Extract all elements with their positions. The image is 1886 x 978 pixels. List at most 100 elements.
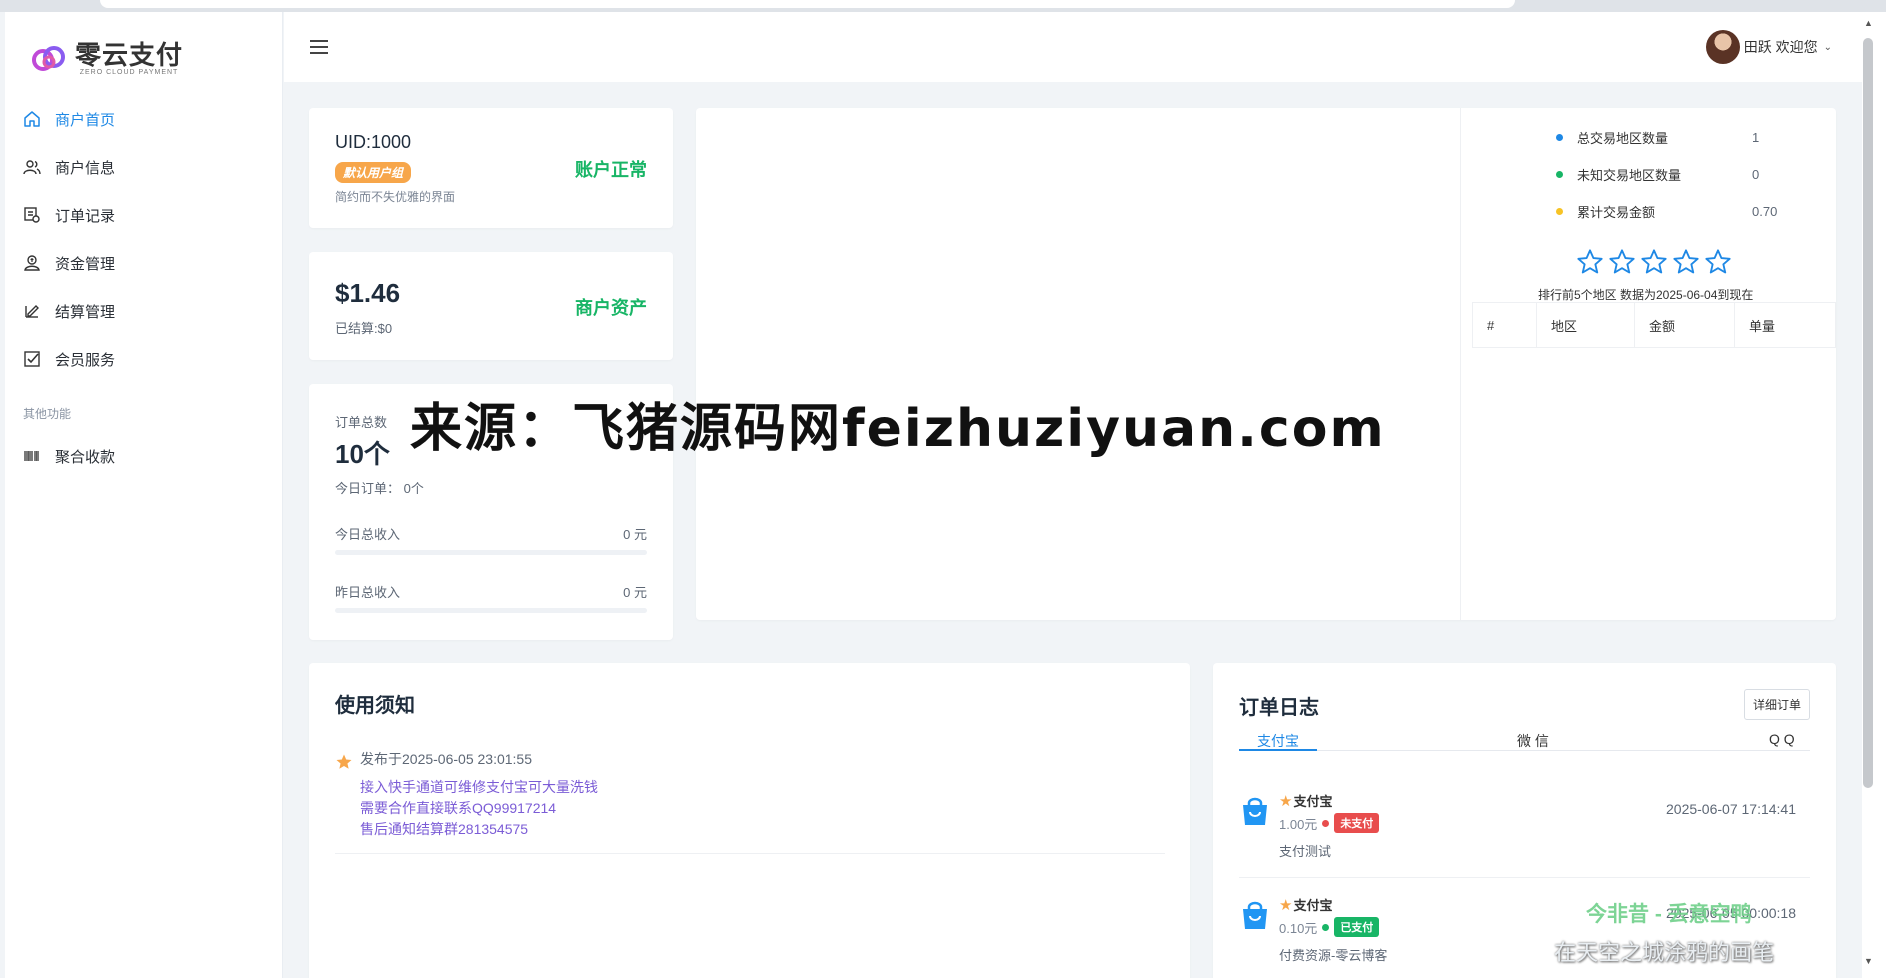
status-dot	[1322, 923, 1330, 931]
divider	[1460, 108, 1461, 620]
stat-dot	[1556, 171, 1563, 178]
user-group-badge: 默认用户组	[335, 162, 412, 183]
sidebar-item-membership[interactable]: 会员服务	[23, 335, 263, 383]
tab-qq[interactable]: Q Q	[1769, 731, 1795, 747]
user-menu[interactable]: 田跃 欢迎您 ⌄	[1705, 30, 1832, 64]
menu-toggle-icon[interactable]	[310, 40, 328, 54]
sidebar-item-aggregate-payment[interactable]: 聚合收款	[23, 432, 263, 480]
divider	[335, 853, 1165, 854]
order-amount: 1.00元	[1279, 816, 1318, 832]
notice-date: 发布于2025-06-05 23:01:55	[360, 751, 532, 767]
notice-title: 使用须知	[335, 695, 415, 717]
checkbox-icon	[23, 350, 41, 368]
merchant-uid: UID:1000	[335, 132, 412, 152]
stat-label: 总交易地区数量	[1577, 131, 1669, 146]
stat-total-amount: 累计交易金额 0.70	[1556, 202, 1777, 221]
browser-address-bar[interactable]	[100, 0, 1515, 8]
map-area[interactable]	[696, 108, 1460, 620]
sidebar-item-label: 会员服务	[55, 351, 116, 369]
region-stats-card: 总交易地区数量 1 未知交易地区数量 0 累计交易金额 0.70 排行前5个地区…	[696, 108, 1836, 620]
cloud-logo-icon	[32, 46, 65, 71]
asset-label: 商户资产	[575, 298, 647, 318]
brand-subtitle: ZERO CLOUD PAYMENT	[79, 68, 179, 76]
rank-table-header: # 地区 金额 单量	[1472, 302, 1836, 348]
order-amount-row: 1.00元 未支付	[1279, 813, 1380, 833]
notice-line[interactable]: 接入快手通道可维修支付宝可大量洗钱	[360, 777, 598, 797]
sidebar-item-home[interactable]: 商户首页	[23, 95, 263, 143]
column-header-region: 地区	[1537, 303, 1635, 347]
yesterday-income-label: 昨日总收入	[335, 585, 401, 600]
star-icon: ★	[1279, 792, 1293, 810]
tab-alipay[interactable]: 支付宝	[1257, 731, 1299, 751]
scroll-up-icon[interactable]: ▲	[1864, 18, 1873, 28]
today-income-progress	[335, 550, 647, 555]
sidebar-item-funds[interactable]: 资金管理	[23, 239, 263, 287]
column-header-count: 单量	[1749, 318, 1776, 334]
balance-value: $1.46	[335, 278, 401, 308]
active-tab-indicator	[1239, 749, 1317, 751]
payment-tabs: 支付宝 微 信 Q Q	[1239, 721, 1810, 751]
page-scrollbar[interactable]: ▲ ▼	[1862, 12, 1886, 978]
top-header: 田跃 欢迎您 ⌄	[284, 12, 1862, 82]
order-total-label: 订单总数	[335, 415, 388, 430]
scroll-down-icon[interactable]: ▼	[1864, 956, 1873, 966]
status-badge: 未支付	[1334, 813, 1380, 833]
order-name: ★ 支付宝	[1279, 791, 1332, 810]
scrollbar-thumb[interactable]	[1863, 38, 1873, 788]
avatar	[1705, 30, 1740, 64]
tab-wechat[interactable]: 微 信	[1517, 731, 1549, 751]
star-outline-icon	[1673, 249, 1699, 274]
brand-logo[interactable]: 零云支付 ZERO CLOUD PAYMENT	[29, 32, 183, 84]
users-icon	[23, 158, 41, 176]
sidebar-item-label: 订单记录	[55, 207, 116, 225]
order-name: ★ 支付宝	[1279, 895, 1332, 914]
order-amount: 0.10元	[1279, 920, 1318, 936]
column-header-amount: 金额	[1635, 303, 1735, 347]
home-icon	[23, 110, 41, 128]
star-icon	[336, 754, 352, 769]
order-desc: 付费资源-零云博客	[1279, 948, 1388, 963]
account-card: UID:1000 默认用户组 简约而不失优雅的界面 账户正常	[309, 108, 673, 228]
order-log-card: 订单日志 详细订单 支付宝 微 信 Q Q ★ 支付宝 1.00元 未支付 202…	[1213, 663, 1836, 978]
sidebar-group-label: 其他功能	[23, 407, 72, 421]
stat-label: 累计交易金额	[1577, 205, 1656, 220]
order-time: 2025-06-07 17:14:41	[1666, 801, 1796, 817]
sidebar-nav: 商户首页 商户信息 订单记录 资金管理 结算管理 会员服务 其他功能 聚合收款	[23, 95, 263, 480]
sidebar-item-label: 商户首页	[55, 111, 116, 129]
brand-name: 零云支付	[75, 39, 184, 70]
asset-card: $1.46 已结算:$0 商户资产	[309, 252, 673, 360]
status-dot	[1322, 819, 1330, 827]
sidebar-item-merchant-info[interactable]: 商户信息	[23, 143, 263, 191]
chevron-down-icon: ⌄	[1823, 41, 1832, 53]
stat-dot	[1556, 134, 1563, 141]
settled-value: 已结算:$0	[335, 321, 393, 336]
order-channel: 支付宝	[1293, 794, 1333, 809]
stat-value: 0.70	[1752, 204, 1778, 219]
sidebar-item-label: 商户信息	[55, 159, 116, 177]
sidebar-item-orders[interactable]: 订单记录	[23, 191, 263, 239]
sidebar: 零云支付 ZERO CLOUD PAYMENT 商户首页 商户信息 订单记录 资…	[5, 12, 283, 978]
today-orders: 今日订单： 0个	[335, 481, 424, 496]
status-badge: 已支付	[1334, 917, 1380, 937]
yesterday-income-progress	[335, 608, 647, 613]
today-income-label: 今日总收入	[335, 527, 401, 542]
shopping-bag-icon	[1243, 901, 1267, 929]
sidebar-item-settlement[interactable]: 结算管理	[23, 287, 263, 335]
rating-stars	[1576, 248, 1736, 276]
rank-note: 排行前5个地区 数据为2025-06-04到现在	[1538, 288, 1754, 302]
star-icon: ★	[1279, 896, 1293, 914]
barcode-icon	[23, 447, 41, 465]
notice-line[interactable]: 需要合作直接联系QQ99917214	[360, 798, 556, 818]
order-channel: 支付宝	[1293, 898, 1333, 913]
sidebar-item-label: 聚合收款	[55, 448, 116, 466]
watermark-text: 来源：飞猪源码网feizhuziyuan.com	[410, 399, 1386, 459]
yesterday-income-value: 0 元	[623, 585, 647, 600]
order-log-title: 订单日志	[1239, 697, 1319, 719]
notice-line[interactable]: 售后通知结算群281354575	[360, 819, 528, 839]
list-item[interactable]: ★ 支付宝 1.00元 未支付 2025-06-07 17:14:41 支付测试	[1239, 789, 1810, 893]
stat-value: 0	[1752, 167, 1760, 182]
today-income-value: 0 元	[623, 527, 647, 542]
detail-orders-button[interactable]: 详细订单	[1743, 689, 1810, 720]
stat-label: 未知交易地区数量	[1577, 168, 1682, 183]
browser-top-strip	[0, 0, 1886, 12]
